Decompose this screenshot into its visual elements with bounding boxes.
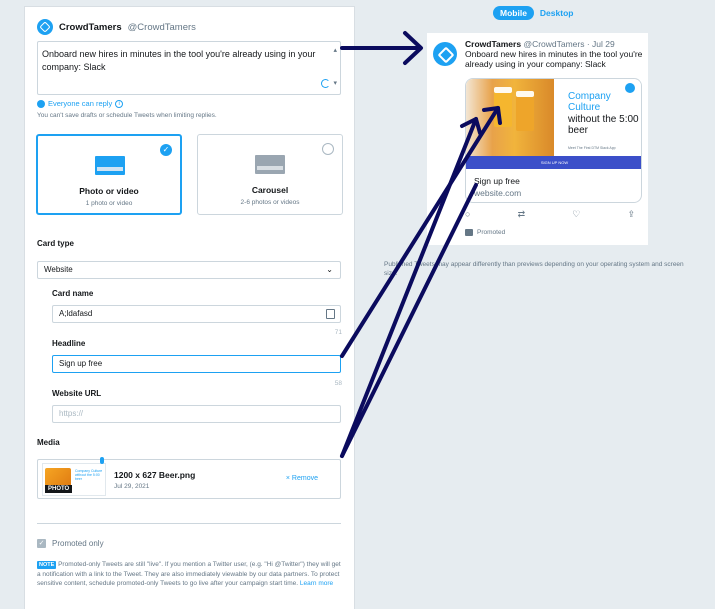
- arrow-media-to-image: [340, 117, 478, 458]
- arrow-headline-to-card: [340, 106, 500, 358]
- annotation-arrows: [340, 31, 502, 458]
